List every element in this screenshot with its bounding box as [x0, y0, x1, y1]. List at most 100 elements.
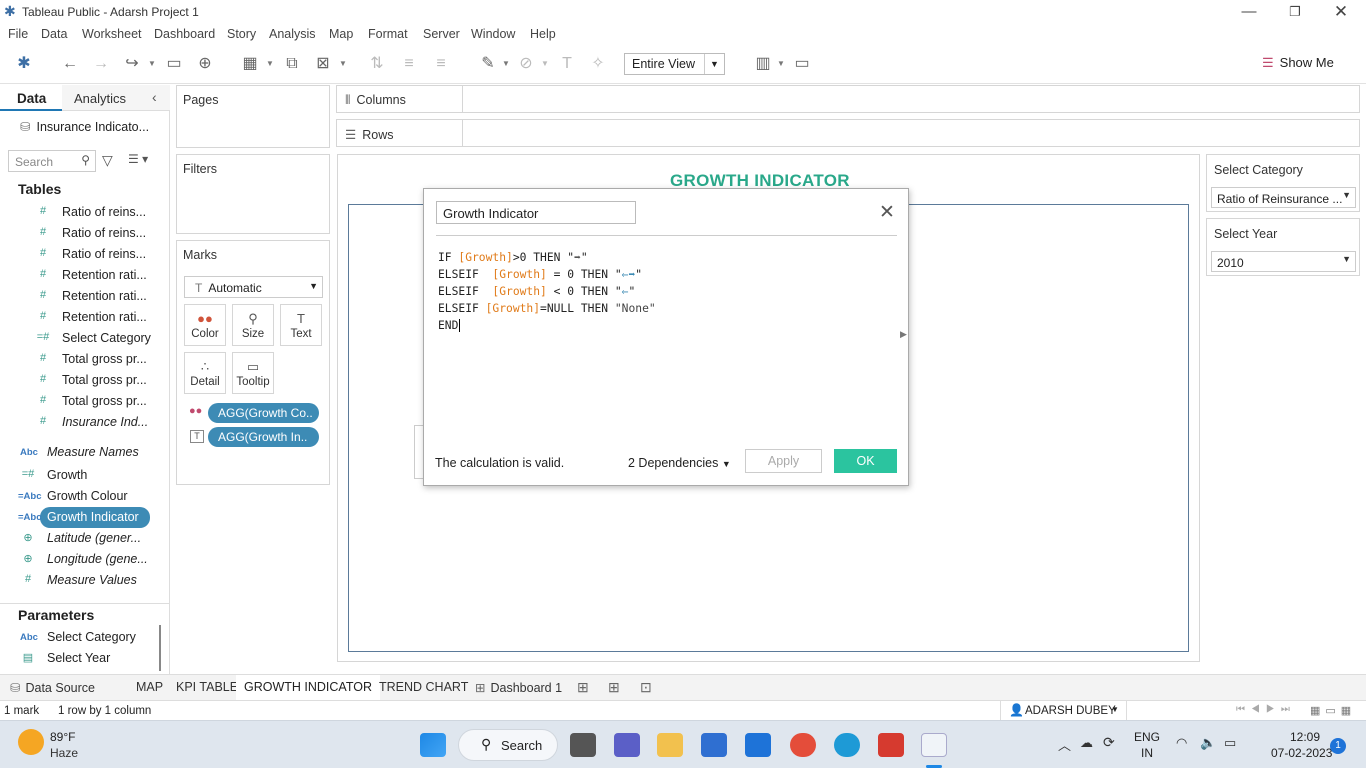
task-view-icon[interactable]	[570, 733, 596, 757]
taskbar-search[interactable]: ⚲ Search	[458, 729, 558, 761]
tooltip-button[interactable]: ▭ Tooltip	[232, 352, 274, 394]
field-item[interactable]: ⊕ Longitude (gene...	[0, 549, 150, 570]
tab-kpi-table[interactable]: KPI TABLE	[168, 675, 246, 700]
calculation-name-input[interactable]: Growth Indicator	[436, 201, 636, 224]
tableau-taskbar-icon[interactable]	[921, 733, 947, 757]
sort-desc-icon[interactable]: ≡	[430, 54, 452, 74]
field-item[interactable]: # Total gross pr...	[0, 349, 150, 370]
filter-icon[interactable]: ▽	[102, 152, 113, 169]
field-item[interactable]: # Insurance Ind...	[0, 412, 150, 433]
menu-format[interactable]: Format	[368, 27, 408, 41]
notification-badge[interactable]: 1	[1330, 738, 1346, 754]
show-me-button[interactable]: ☰ Show Me	[1262, 55, 1334, 71]
replay-dropdown-icon[interactable]: ▼	[148, 57, 156, 71]
menu-help[interactable]: Help	[530, 27, 556, 41]
store-icon[interactable]	[701, 733, 727, 757]
field-item[interactable]: # Retention rati...	[0, 286, 150, 307]
duplicate-sheet-icon[interactable]: ⧉	[281, 54, 303, 74]
menu-server[interactable]: Server	[423, 27, 460, 41]
field-item[interactable]: # Total gross pr...	[0, 370, 150, 391]
menu-analysis[interactable]: Analysis	[269, 27, 316, 41]
presentation-icon[interactable]: ▭	[791, 54, 813, 74]
field-item[interactable]: # Retention rati...	[0, 307, 150, 328]
text-button[interactable]: T Text	[280, 304, 322, 346]
field-item[interactable]: =# Growth	[0, 465, 150, 486]
pages-card[interactable]: Pages	[176, 85, 330, 148]
sheet-view-icons[interactable]: ▦▭▦	[1310, 704, 1356, 717]
tab-data-source[interactable]: ⛁ Data Source	[2, 675, 103, 700]
group-icon[interactable]: ⊘	[515, 54, 537, 74]
close-icon[interactable]: ✕	[879, 201, 895, 224]
view-list-icon[interactable]: ☰ ▾	[128, 152, 148, 166]
scrollbar[interactable]	[159, 625, 161, 671]
new-worksheet-icon[interactable]: ⊞	[577, 679, 589, 696]
sheet-nav-icons[interactable]: ⏮◀▶⏭	[1236, 704, 1296, 715]
teams-icon[interactable]	[614, 733, 640, 757]
tab-trend-chart[interactable]: TREND CHART	[371, 675, 476, 700]
replay-icon[interactable]: ↪	[121, 54, 143, 74]
field-item[interactable]: # Measure Values	[0, 570, 150, 591]
tab-map[interactable]: MAP	[128, 675, 171, 700]
labels-icon[interactable]: T	[556, 54, 578, 74]
language-bottom[interactable]: IN	[1141, 746, 1153, 760]
user-menu[interactable]: 👤 ADARSH DUBEY ▼	[1000, 701, 1127, 720]
collapse-pane-icon[interactable]: ‹	[152, 89, 157, 105]
chrome-icon[interactable]	[790, 733, 816, 757]
battery-icon[interactable]: ▭	[1224, 735, 1236, 751]
rows-shelf[interactable]: ☰ Rows	[336, 119, 1360, 147]
show-cards-dropdown-icon[interactable]: ▼	[777, 57, 785, 71]
sort-asc-icon[interactable]: ≡	[398, 54, 420, 74]
edge-icon[interactable]	[834, 733, 860, 757]
new-story-icon[interactable]: ⊡	[640, 679, 652, 696]
menu-map[interactable]: Map	[329, 27, 353, 41]
filters-card[interactable]: Filters	[176, 154, 330, 234]
parameter-item[interactable]: Abc Select Category	[0, 627, 150, 648]
text-pill[interactable]: AGG(Growth In..	[208, 427, 319, 447]
onedrive-icon[interactable]: ☁	[1080, 735, 1093, 751]
field-item[interactable]: ⊕ Latitude (gener...	[0, 528, 150, 549]
menu-dashboard[interactable]: Dashboard	[154, 27, 215, 41]
highlight-dropdown-icon[interactable]: ▼	[502, 57, 510, 71]
tab-dashboard-1[interactable]: ⊞ Dashboard 1	[467, 675, 570, 700]
new-dashboard-icon[interactable]: ⊞	[608, 679, 620, 696]
field-item[interactable]: =Abc Growth Colour	[0, 486, 150, 507]
new-datasource-icon[interactable]: ⊕	[194, 54, 216, 74]
clear-dropdown-icon[interactable]: ▼	[339, 57, 347, 71]
file-explorer-icon[interactable]	[657, 733, 683, 757]
wifi-icon[interactable]: ◠	[1176, 735, 1187, 751]
menu-file[interactable]: File	[8, 27, 28, 41]
search-input[interactable]: Search ⚲	[8, 150, 96, 172]
category-select[interactable]: Ratio of Reinsurance ... ▼	[1211, 187, 1356, 208]
menu-story[interactable]: Story	[227, 27, 256, 41]
field-item[interactable]: # Retention rati...	[0, 265, 150, 286]
field-item[interactable]: # Ratio of reins...	[0, 202, 150, 223]
chevron-up-icon[interactable]: ︿	[1058, 735, 1071, 754]
ok-button[interactable]: OK	[834, 449, 897, 473]
field-item[interactable]: # Ratio of reins...	[0, 244, 150, 265]
swap-icon[interactable]: ⇅	[366, 54, 388, 74]
restore-icon[interactable]: ❐	[1272, 2, 1318, 22]
sync-icon[interactable]: ⟳	[1103, 734, 1115, 751]
group-dropdown-icon[interactable]: ▼	[541, 57, 549, 71]
clock-date[interactable]: 07-02-2023	[1271, 746, 1332, 760]
wps-office-icon[interactable]	[878, 733, 904, 757]
apply-button[interactable]: Apply	[745, 449, 822, 473]
new-worksheet-dropdown-icon[interactable]: ▼	[266, 57, 274, 71]
field-item[interactable]: Abc Measure Names	[0, 442, 150, 463]
tab-data[interactable]: Data	[0, 85, 62, 111]
formula-editor[interactable]: IF [Growth]>0 THEN "➡" ELSEIF [Growth] = …	[438, 249, 656, 334]
save-icon[interactable]: ▭	[163, 54, 185, 74]
year-select[interactable]: 2010 ▼	[1211, 251, 1356, 272]
pin-icon[interactable]: ✧	[587, 54, 609, 74]
clock-time[interactable]: 12:09	[1290, 730, 1320, 744]
field-item-selected[interactable]: =Abc Growth Indicator	[18, 507, 150, 528]
minimize-icon[interactable]: —	[1226, 2, 1272, 22]
parameter-item[interactable]: ▤ Select Year	[0, 648, 150, 669]
language-top[interactable]: ENG	[1134, 730, 1160, 744]
menu-data[interactable]: Data	[41, 27, 67, 41]
menu-window[interactable]: Window	[471, 27, 515, 41]
volume-icon[interactable]: 🔈	[1200, 735, 1216, 751]
close-icon[interactable]: ✕	[1318, 2, 1364, 22]
mail-icon[interactable]	[745, 733, 771, 757]
datasource-item[interactable]: ⛁ Insurance Indicato...	[20, 119, 149, 134]
